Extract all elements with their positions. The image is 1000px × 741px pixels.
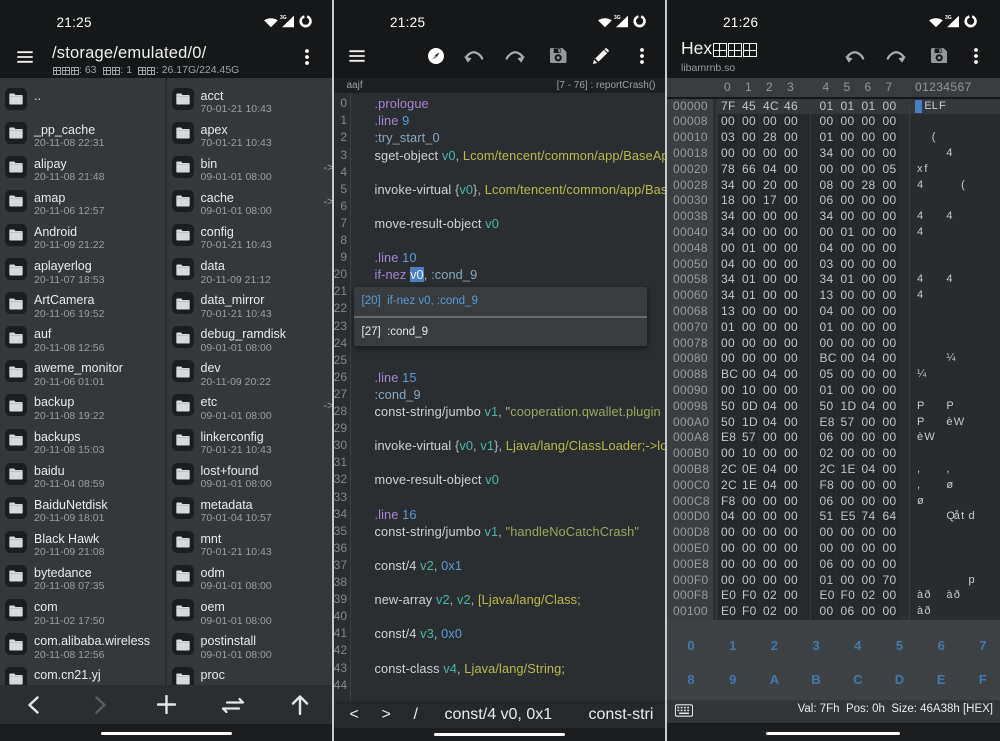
- svg-text:3G: 3G: [945, 15, 952, 21]
- svg-text:3G: 3G: [614, 15, 621, 21]
- svg-text:3G: 3G: [280, 15, 287, 21]
